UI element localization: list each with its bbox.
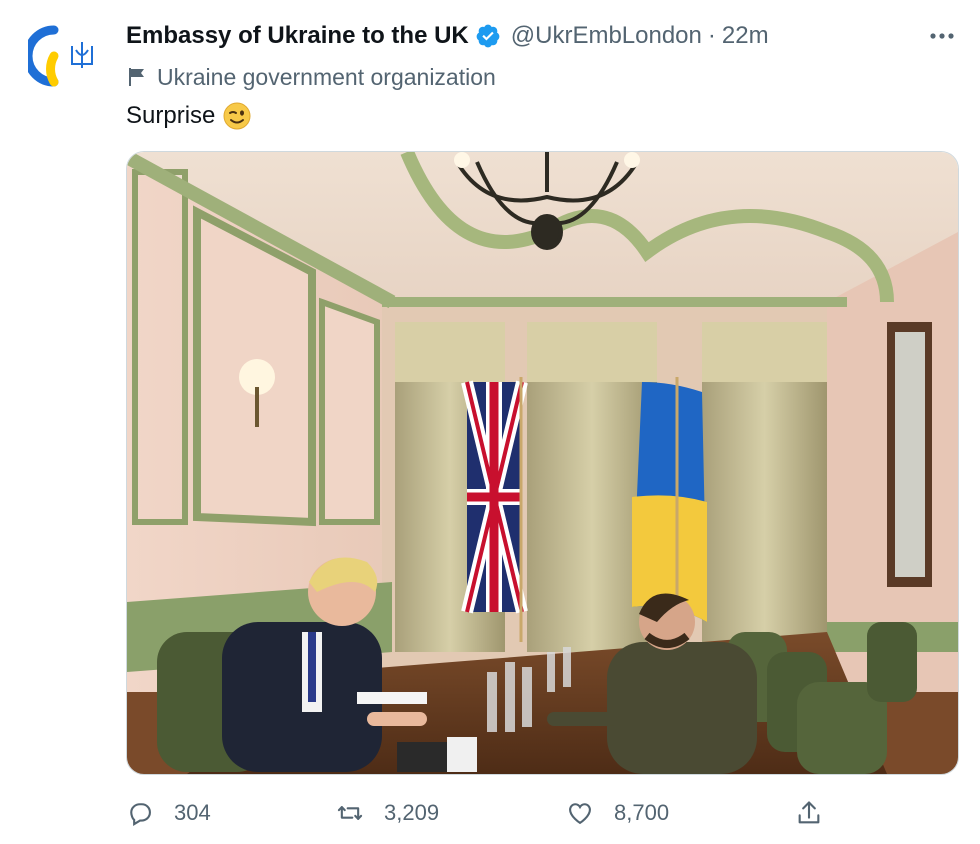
like-button[interactable]: 8,700 — [566, 796, 669, 830]
retweet-count: 3,209 — [384, 800, 440, 825]
winking-face-icon — [223, 102, 251, 130]
tweet-photo[interactable] — [126, 151, 959, 775]
separator-dot: · — [707, 22, 716, 49]
flag-icon — [129, 68, 144, 86]
like-count: 8,700 — [614, 800, 670, 825]
heart-icon — [569, 803, 591, 825]
reply-button[interactable]: 304 — [126, 796, 211, 830]
tweet-text: Surprise — [126, 100, 251, 132]
reply-count: 304 — [174, 800, 211, 825]
tweet-body: Surprise — [126, 102, 216, 129]
account-handle[interactable]: @UkrEmbLondon — [511, 22, 702, 50]
avatar[interactable] — [23, 20, 100, 92]
tweet-actions: 304 3,209 8,700 — [0, 796, 980, 830]
timestamp[interactable]: 22m — [722, 22, 769, 50]
account-name[interactable]: Embassy of Ukraine to the UK — [126, 22, 469, 50]
share-icon — [798, 801, 820, 824]
reply-icon — [130, 803, 151, 826]
verified-badge-icon — [476, 24, 500, 48]
retweet-button[interactable]: 3,209 — [336, 796, 439, 830]
government-label[interactable]: Ukraine government organization — [126, 62, 496, 92]
government-label-text: Ukraine government organization — [157, 63, 496, 90]
share-button[interactable] — [795, 796, 843, 830]
retweet-icon — [337, 806, 363, 820]
more-horizontal-icon — [930, 33, 954, 39]
more-options-button[interactable] — [924, 22, 960, 50]
